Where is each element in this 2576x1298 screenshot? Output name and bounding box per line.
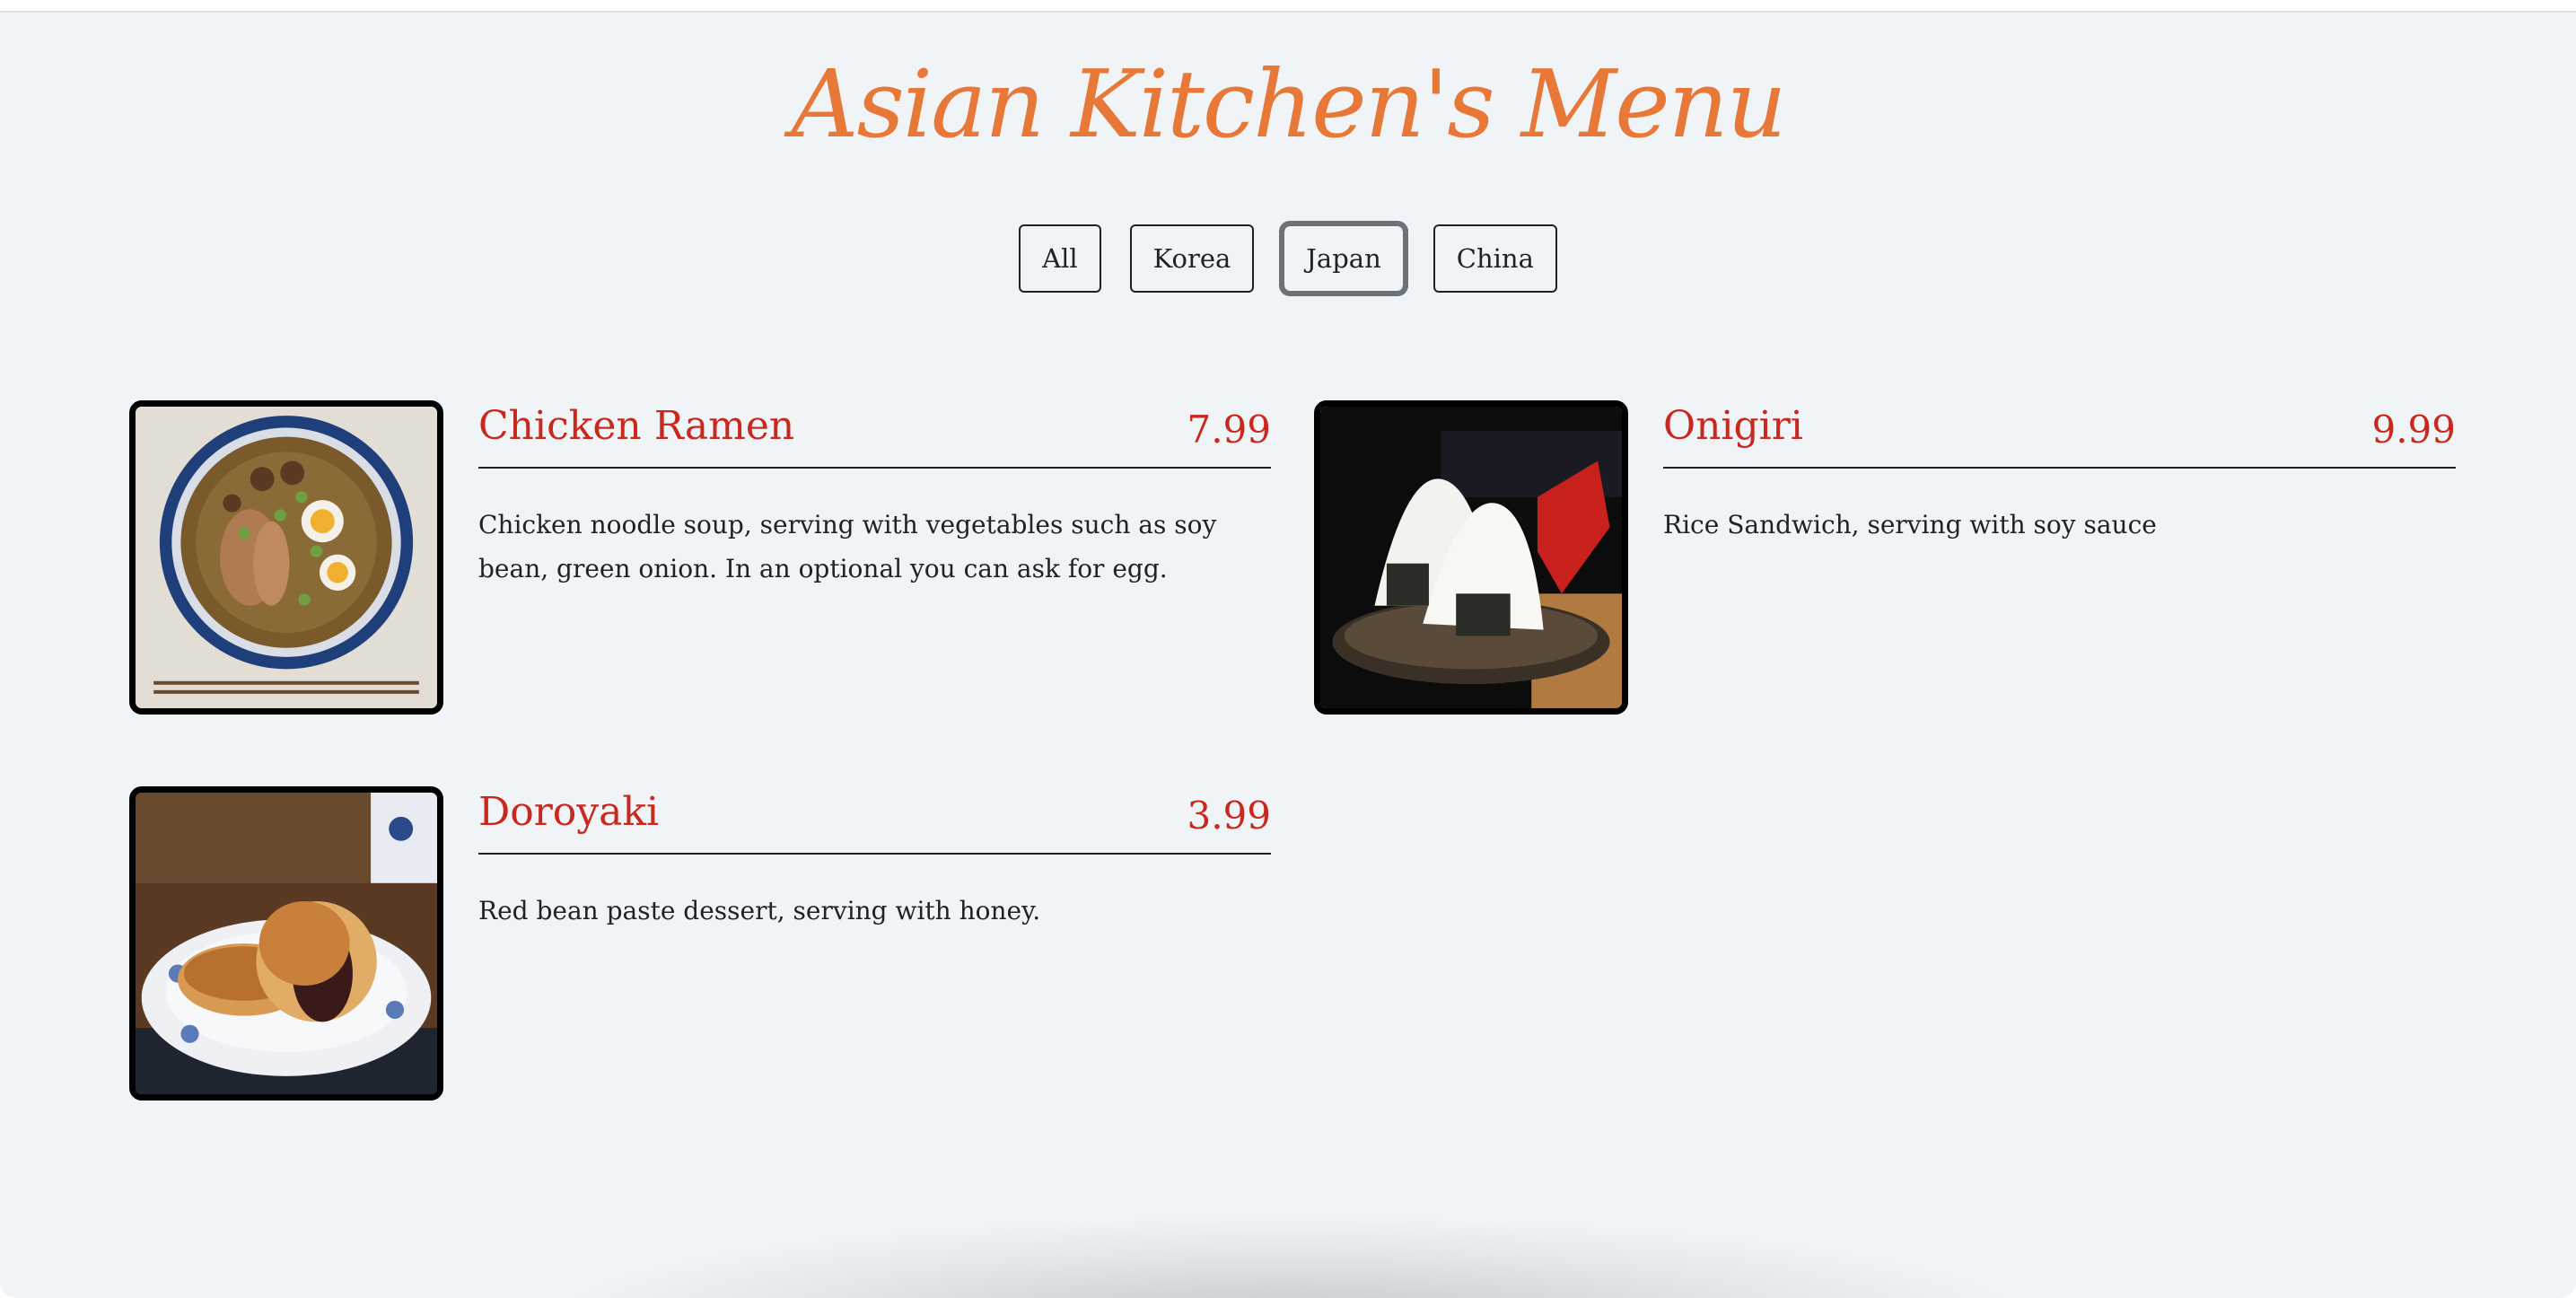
- item-info: Onigiri 9.99 Rice Sandwich, serving with…: [1663, 400, 2456, 547]
- filter-china-button[interactable]: China: [1433, 224, 1557, 293]
- item-price: 3.99: [1187, 794, 1271, 838]
- item-name: Chicken Ramen: [478, 403, 795, 449]
- ramen-photo: [129, 400, 443, 715]
- menu-item: Chicken Ramen 7.99 Chicken noodle soup, …: [129, 400, 1271, 716]
- item-name: Onigiri: [1663, 403, 1803, 449]
- item-description: Red bean paste dessert, serving with hon…: [478, 896, 1041, 925]
- page-title: Asian Kitchen's Menu: [791, 49, 1786, 159]
- bottom-shadow: [539, 1215, 2037, 1298]
- item-header: Doroyaki 3.99: [478, 786, 1271, 855]
- item-header: Onigiri 9.99: [1663, 400, 2456, 469]
- item-info: Doroyaki 3.99 Red bean paste dessert, se…: [478, 786, 1271, 933]
- item-description: Rice Sandwich, serving with soy sauce: [1663, 510, 2157, 539]
- item-name: Doroyaki: [478, 789, 660, 835]
- menu-page: Asian Kitchen's Menu All Korea Japan Chi…: [0, 11, 2576, 1298]
- item-price: 7.99: [1187, 408, 1271, 452]
- item-header: Chicken Ramen 7.99: [478, 400, 1271, 469]
- onigiri-photo: [1314, 400, 1628, 715]
- filter-all-button[interactable]: All: [1019, 224, 1101, 293]
- menu-item: Onigiri 9.99 Rice Sandwich, serving with…: [1314, 400, 2456, 716]
- menu-item: Doroyaki 3.99 Red bean paste dessert, se…: [129, 786, 1271, 1102]
- item-info: Chicken Ramen 7.99 Chicken noodle soup, …: [478, 400, 1271, 591]
- filter-korea-button[interactable]: Korea: [1129, 224, 1255, 293]
- category-filter-bar: All Korea Japan China: [0, 221, 2576, 296]
- dorayaki-photo: [129, 786, 443, 1101]
- item-price: 9.99: [2371, 408, 2456, 452]
- filter-japan-button[interactable]: Japan: [1279, 221, 1408, 296]
- item-description: Chicken noodle soup, serving with vegeta…: [478, 510, 1217, 583]
